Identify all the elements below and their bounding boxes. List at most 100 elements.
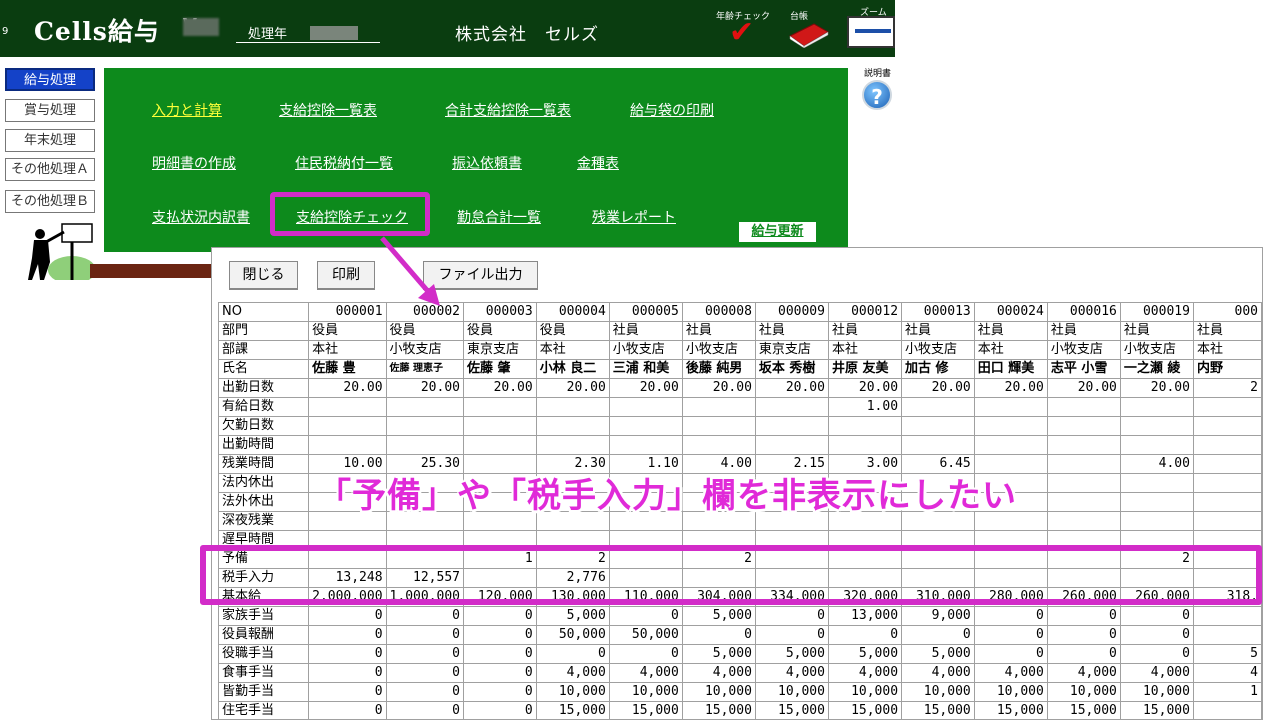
grid-cell[interactable]: 小牧支店: [608, 340, 683, 360]
grid-cell[interactable]: 5,000: [827, 644, 903, 664]
grid-cell[interactable]: [308, 397, 387, 417]
grid-cell[interactable]: 0: [385, 606, 465, 626]
grid-cell[interactable]: [1119, 416, 1194, 436]
close-button[interactable]: 閉じる: [229, 261, 298, 290]
grid-cell[interactable]: [1192, 625, 1262, 645]
grid-cell[interactable]: 10,000: [973, 682, 1048, 702]
print-button[interactable]: 印刷: [317, 261, 375, 290]
grid-cell[interactable]: 0: [535, 644, 610, 664]
grid-cell[interactable]: 20.00: [973, 378, 1048, 398]
menu-resident-tax-list[interactable]: 住民税納付一覧: [295, 153, 393, 173]
grid-cell[interactable]: 000009: [754, 302, 829, 322]
grid-cell[interactable]: 5,000: [754, 644, 829, 664]
grid-cell[interactable]: [1192, 701, 1262, 719]
grid-cell[interactable]: 4,000: [535, 663, 610, 683]
grid-cell[interactable]: 社員: [901, 321, 975, 341]
grid-cell[interactable]: 0: [1119, 606, 1194, 626]
grid-cell[interactable]: 000: [1192, 302, 1262, 322]
grid-cell[interactable]: [1046, 454, 1121, 474]
grid-cell[interactable]: 小牧支店: [681, 340, 756, 360]
grid-cell[interactable]: 15,000: [827, 701, 903, 719]
grid-cell[interactable]: 本社: [1192, 340, 1262, 360]
grid-cell[interactable]: 15,000: [973, 701, 1048, 719]
grid-cell[interactable]: 15,000: [608, 701, 683, 719]
menu-input-and-calc[interactable]: 入力と計算: [152, 100, 222, 120]
grid-cell[interactable]: 三浦 和美: [608, 359, 683, 379]
grid-cell[interactable]: [1192, 511, 1262, 531]
grid-cell[interactable]: 0: [973, 606, 1048, 626]
grid-cell[interactable]: 0: [901, 625, 975, 645]
grid-cell[interactable]: 0: [827, 625, 903, 645]
grid-cell[interactable]: 13,000: [827, 606, 903, 626]
grid-cell[interactable]: 000008: [681, 302, 756, 322]
grid-cell[interactable]: 4,000: [754, 663, 829, 683]
grid-cell[interactable]: 本社: [827, 340, 903, 360]
grid-cell[interactable]: [901, 416, 975, 436]
grid-cell[interactable]: [1192, 397, 1262, 417]
menu-other-processing-b[interactable]: その他処理Ｂ: [5, 190, 95, 213]
ledger-book-icon[interactable]: [788, 22, 830, 48]
grid-cell[interactable]: [754, 416, 829, 436]
menu-bonus-processing[interactable]: 賞与処理: [5, 99, 95, 122]
grid-cell[interactable]: 000005: [608, 302, 683, 322]
grid-cell[interactable]: [681, 435, 756, 455]
grid-cell[interactable]: 社員: [1046, 321, 1121, 341]
grid-cell[interactable]: 0: [973, 644, 1048, 664]
grid-cell[interactable]: 20.00: [308, 378, 387, 398]
grid-cell[interactable]: [1046, 492, 1121, 512]
grid-cell[interactable]: 4,000: [973, 663, 1048, 683]
grid-cell[interactable]: 佐藤 理恵子: [385, 359, 465, 379]
grid-cell[interactable]: [973, 435, 1048, 455]
grid-cell[interactable]: [1046, 397, 1121, 417]
grid-cell[interactable]: 50,000: [535, 625, 610, 645]
grid-cell[interactable]: [1119, 435, 1194, 455]
grid-cell[interactable]: 0: [308, 606, 387, 626]
grid-cell[interactable]: 東京支店: [463, 340, 537, 360]
grid-cell[interactable]: 小牧支店: [385, 340, 465, 360]
grid-cell[interactable]: 4,000: [1119, 663, 1194, 683]
grid-cell[interactable]: 5,000: [681, 644, 756, 664]
grid-cell[interactable]: [463, 416, 537, 436]
grid-cell[interactable]: 本社: [308, 340, 387, 360]
grid-cell[interactable]: 0: [973, 625, 1048, 645]
grid-cell[interactable]: 0: [1119, 644, 1194, 664]
menu-overtime-report[interactable]: 残業レポート: [592, 207, 676, 227]
grid-cell[interactable]: 15,000: [1119, 701, 1194, 719]
menu-salary-processing[interactable]: 給与処理: [5, 68, 95, 91]
grid-cell[interactable]: 0: [308, 625, 387, 645]
grid-cell[interactable]: 0: [754, 625, 829, 645]
grid-cell[interactable]: 0: [608, 644, 683, 664]
grid-cell[interactable]: 000024: [973, 302, 1048, 322]
grid-cell[interactable]: [1119, 473, 1194, 493]
export-file-button[interactable]: ファイル出力: [423, 261, 538, 290]
grid-cell[interactable]: [308, 435, 387, 455]
grid-cell[interactable]: 9,000: [901, 606, 975, 626]
grid-cell[interactable]: [535, 416, 610, 436]
grid-cell[interactable]: [1046, 473, 1121, 493]
grid-cell[interactable]: [1192, 416, 1262, 436]
grid-cell[interactable]: [608, 435, 683, 455]
menu-year-end-processing[interactable]: 年末処理: [5, 129, 95, 152]
grid-cell[interactable]: 0: [308, 701, 387, 719]
grid-cell[interactable]: 10,000: [1046, 682, 1121, 702]
grid-cell[interactable]: 0: [1119, 625, 1194, 645]
grid-cell[interactable]: 役員: [385, 321, 465, 341]
grid-cell[interactable]: 5,000: [901, 644, 975, 664]
grid-cell[interactable]: [1119, 492, 1194, 512]
grid-cell[interactable]: [1192, 492, 1262, 512]
menu-payment-deduction-list[interactable]: 支給控除一覧表: [279, 100, 377, 120]
grid-cell[interactable]: [754, 397, 829, 417]
grid-cell[interactable]: 佐藤 肇: [463, 359, 537, 379]
grid-cell[interactable]: 0: [1046, 644, 1121, 664]
grid-cell[interactable]: 4,000: [608, 663, 683, 683]
grid-cell[interactable]: 0: [1046, 606, 1121, 626]
grid-cell[interactable]: 5,000: [535, 606, 610, 626]
menu-transfer-request[interactable]: 振込依頼書: [452, 153, 522, 173]
grid-cell[interactable]: [463, 397, 537, 417]
menu-denomination-table[interactable]: 金種表: [577, 153, 619, 173]
grid-cell[interactable]: 15,000: [681, 701, 756, 719]
grid-cell[interactable]: 000001: [308, 302, 387, 322]
grid-cell[interactable]: 0: [681, 625, 756, 645]
grid-cell[interactable]: 0: [385, 682, 465, 702]
grid-cell[interactable]: 20.00: [535, 378, 610, 398]
